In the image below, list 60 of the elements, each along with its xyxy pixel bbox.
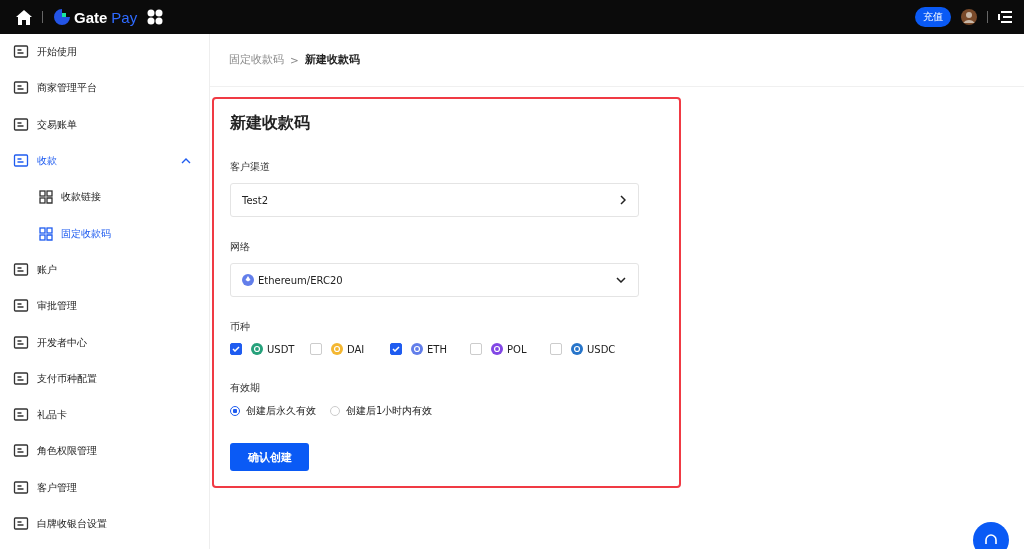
chevron-right-icon (620, 195, 626, 205)
coin-label: USDT (267, 343, 295, 355)
sidebar-item[interactable]: 支付币种配置 (0, 360, 209, 397)
sidebar-subitem[interactable]: 收款链接 (0, 179, 209, 216)
menu-icon[interactable] (998, 11, 1012, 23)
breadcrumb-current: 新建收款码 (304, 53, 360, 67)
support-icon[interactable] (973, 522, 1009, 549)
avatar-icon[interactable] (961, 9, 977, 25)
menu-item-icon (39, 190, 53, 205)
sidebar-item[interactable]: 开始使用 (0, 34, 209, 71)
menu-item-icon (13, 153, 29, 170)
radio-button[interactable] (230, 406, 240, 416)
menu-item-icon (13, 298, 29, 315)
field-label: 币种 (230, 320, 251, 334)
sidebar-item[interactable]: 收款 (0, 142, 209, 180)
logo-text: Gate Pay (74, 8, 138, 26)
field-label: 有效期 (230, 381, 261, 395)
sidebar-item[interactable]: 交易账单 (0, 106, 209, 143)
menu-item-icon (13, 443, 29, 460)
sidebar-item[interactable]: 账户 (0, 251, 209, 289)
checkbox[interactable] (230, 343, 242, 355)
sidebar-item[interactable]: 审批管理 (0, 288, 209, 325)
menu-item-icon (13, 80, 29, 97)
field-label: 网络 (230, 240, 251, 254)
sidebar-item[interactable]: 开发者中心 (0, 324, 209, 361)
menu-item-icon (13, 261, 29, 278)
menu-item-icon (13, 116, 29, 133)
sidebar-subitem[interactable]: 固定收款码 (0, 215, 209, 252)
sidebar-item[interactable]: 商家管理平台 (0, 70, 209, 107)
form-title: 新建收款码 (230, 113, 311, 134)
confirm-button[interactable]: 确认创建 (230, 443, 309, 471)
menu-item-icon (13, 407, 29, 424)
menu-item-icon (13, 516, 29, 532)
coin-label: USDC (587, 343, 616, 355)
menu-item-icon (13, 479, 29, 496)
caret-icon[interactable] (181, 158, 191, 165)
coin-label: POL (507, 343, 527, 355)
sidebar-item[interactable]: 白牌收银台设置 (0, 505, 209, 543)
breadcrumb-separator: > (290, 54, 299, 66)
field-label: 客户渠道 (230, 160, 271, 174)
apps-icon[interactable] (147, 9, 164, 25)
radio-label: 创建后永久有效 (246, 404, 316, 418)
sidebar-item[interactable]: 礼品卡 (0, 396, 209, 434)
sidebar-item[interactable]: 角色权限管理 (0, 433, 209, 470)
checkbox[interactable] (390, 343, 402, 355)
network-dropdown[interactable]: Ethereum/ERC20 (230, 263, 639, 297)
menu-item-icon (13, 44, 29, 61)
menu-item-icon (39, 226, 53, 241)
coin-label: DAI (347, 343, 365, 355)
breadcrumb-link[interactable]: 固定收款码 (229, 53, 284, 67)
channel-field[interactable]: Test2 (230, 183, 639, 217)
recharge-button[interactable]: 充值 (915, 7, 951, 27)
coin-label: ETH (427, 343, 447, 355)
home-icon[interactable] (16, 9, 32, 25)
radio-label: 创建后1小时内有效 (346, 404, 433, 418)
menu-item-icon (13, 370, 29, 387)
chevron-down-icon (616, 277, 626, 283)
sidebar-item[interactable]: 客户管理 (0, 469, 209, 506)
menu-item-icon (13, 334, 29, 351)
logo-icon (53, 8, 71, 26)
